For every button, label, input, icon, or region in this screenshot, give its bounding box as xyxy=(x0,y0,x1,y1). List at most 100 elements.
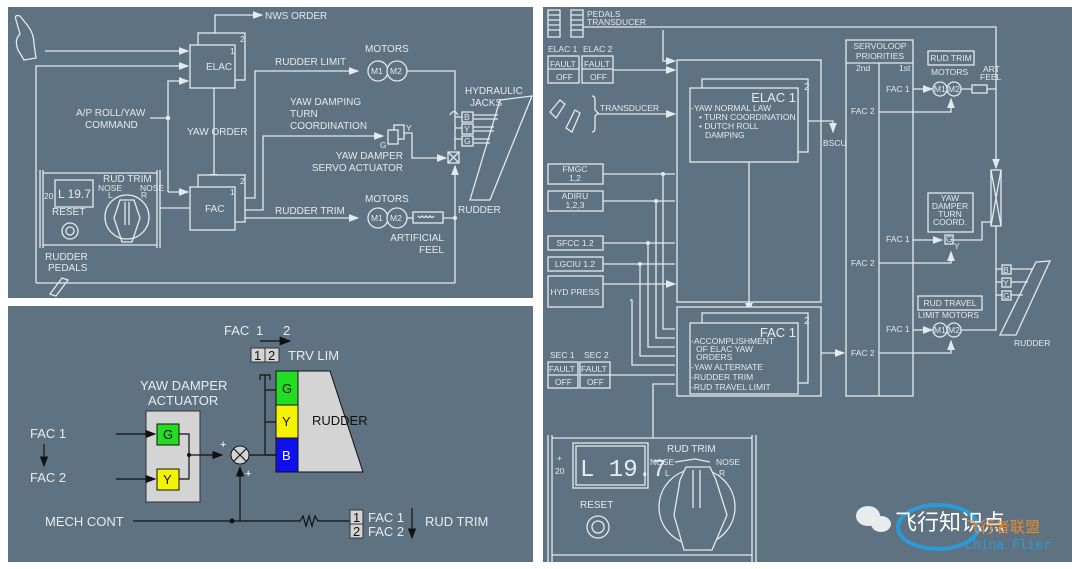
travel-m2: M2 xyxy=(948,325,960,335)
adiru-num: 1,2,3 xyxy=(566,200,585,210)
fac-line-6: -RUD TRAVEL LIMIT xyxy=(691,382,771,392)
r-label: R xyxy=(141,190,147,200)
trv-lim-2: 2 xyxy=(268,348,275,363)
motors-label-2: MOTORS xyxy=(365,194,409,205)
fac-2-label: 2 xyxy=(283,323,290,338)
off-text: OFF xyxy=(555,377,572,387)
bscu-label: BSCU xyxy=(823,138,847,148)
rudder-y: Y xyxy=(282,414,291,429)
yaw-damper-title: YAW DAMPER xyxy=(140,378,227,393)
yd-g: G xyxy=(946,234,953,244)
bottom-left-panel: FAC 1 2 1 2 TRV LIM G Y B RUDDER YAW DAM… xyxy=(8,306,533,562)
rudder-label: RUDDER xyxy=(458,205,501,216)
elac1-fault-button[interactable]: FAULT OFF xyxy=(547,55,580,84)
right-panel: PEDALS TRANSDUCER ELAC 1 ELAC 2 FAULTOFF… xyxy=(543,7,1072,562)
nose-r: NOSE xyxy=(716,457,740,467)
plus-top: + xyxy=(220,439,226,451)
fac-line-5: -RUDDER TRIM xyxy=(691,372,753,382)
elac-block-num: 2 xyxy=(804,82,810,93)
l-label: L xyxy=(108,190,113,200)
actuator-g: G xyxy=(163,427,173,442)
rudder-label: RUDDER xyxy=(312,413,368,428)
travel-m1: M1 xyxy=(934,325,946,335)
hydraulic-label: HYDRAULIC xyxy=(465,86,523,97)
trim-m2: M2 xyxy=(948,84,960,94)
top-left-panel: NWS ORDER ELAC 1 2 A/P ROLL/YAW COMMAND … xyxy=(8,7,534,298)
off-text: OFF xyxy=(556,72,573,82)
trim-motor-m1: M1 xyxy=(371,213,383,223)
fac-label: FAC xyxy=(205,204,224,215)
fault-text: FAULT xyxy=(550,59,576,69)
yaw-damping-label: YAW DAMPING xyxy=(290,97,361,108)
rud-trim-fac2: FAC 2 xyxy=(368,524,404,539)
servo-fac2-b: FAC 2 xyxy=(851,258,875,268)
trv-lim-label: TRV LIM xyxy=(288,348,339,363)
reset-label: RESET xyxy=(52,207,85,218)
trv-lim-1: 1 xyxy=(254,348,261,363)
trim-display: L 19.7 xyxy=(58,187,91,201)
hyd-press-label: HYD PRESS xyxy=(550,287,599,297)
pedals-label: PEDALS xyxy=(48,263,88,274)
rud-travel-label: RUD TRAVEL xyxy=(923,298,976,308)
fac-line-3: ORDERS xyxy=(696,352,733,362)
b-label: B xyxy=(464,112,470,122)
coord-label: COORD. xyxy=(933,217,967,227)
fac-num2: 2 xyxy=(240,176,245,186)
rud-trim-fac1: FAC 1 xyxy=(368,510,404,525)
servoloop-label: SERVOLOOP xyxy=(853,41,907,51)
rudder-g: G xyxy=(282,381,292,396)
servo-fac1-b: FAC 1 xyxy=(886,234,910,244)
trim-scale: 20 xyxy=(555,466,565,476)
y-label: Y xyxy=(406,123,412,133)
sec1-fault-label: SEC 1 xyxy=(550,350,575,360)
fault-text: FAULT xyxy=(581,364,607,374)
trim-scale: 20 xyxy=(44,191,54,201)
elac-num2: 2 xyxy=(240,34,245,44)
servo-fac2-c: FAC 2 xyxy=(851,348,875,358)
sfcc-label: SFCC 1.2 xyxy=(556,238,594,248)
servo-actuator-label: SERVO ACTUATOR xyxy=(312,163,403,174)
limit-motors-label: LIMIT MOTORS xyxy=(918,310,979,320)
servo-fac1-a: FAC 1 xyxy=(886,84,910,94)
plus-bottom: + xyxy=(245,468,251,480)
fac-1-label: 1 xyxy=(256,323,263,338)
rudder-limit-label: RUDDER LIMIT xyxy=(275,57,346,68)
turn-label: TURN xyxy=(290,109,318,120)
yd-y: Y xyxy=(954,241,960,251)
jack-y: Y xyxy=(1003,278,1009,288)
artificial-label: ARTIFICIAL xyxy=(390,233,444,244)
elac-num1: 1 xyxy=(230,46,235,56)
motor-m1: M1 xyxy=(371,66,383,76)
priorities-label: PRIORITIES xyxy=(856,51,905,61)
coordination-label: COORDINATION xyxy=(290,121,367,132)
trim-motor-m2: M2 xyxy=(390,213,402,223)
sec2-fault-button[interactable]: FAULT OFF xyxy=(579,361,611,389)
fac2-input-label: FAC 2 xyxy=(30,470,66,485)
nose-l: NOSE xyxy=(650,457,674,467)
logo-sub: China Flier xyxy=(965,538,1051,553)
jack-b: B xyxy=(1003,265,1009,275)
transducer-label: TRANSDUCER xyxy=(587,17,646,27)
mech-cont-label: MECH CONT xyxy=(45,514,124,529)
fac1-input-label: FAC 1 xyxy=(30,426,66,441)
feel-label: FEEL xyxy=(419,245,444,256)
servo-fac2-a: FAC 2 xyxy=(851,106,875,116)
second-label: 2nd xyxy=(856,63,870,73)
elac2-fault-button[interactable]: FAULT OFF xyxy=(581,55,614,84)
elac1-fault-label: ELAC 1 xyxy=(548,44,578,54)
elac-line-4: DAMPING xyxy=(705,130,745,140)
sec2-fault-label: SEC 2 xyxy=(584,350,609,360)
yaw-order-label: YAW ORDER xyxy=(187,127,248,138)
ap-command-label: A/P ROLL/YAW xyxy=(76,108,146,119)
rudder-pedals-label: RUDDER xyxy=(45,252,88,263)
rud-trim-title: RUD TRIM xyxy=(667,444,716,455)
trim-plus: + xyxy=(557,453,562,463)
motor-m2: M2 xyxy=(390,66,402,76)
fault-text: FAULT xyxy=(584,59,610,69)
nws-order-label: NWS ORDER xyxy=(265,11,327,22)
off-text: OFF xyxy=(590,72,607,82)
transducer-label-2: TRANSDUCER xyxy=(600,103,659,113)
trim-m1: M1 xyxy=(934,84,946,94)
sec1-fault-button[interactable]: FAULT OFF xyxy=(547,361,579,389)
fac-block-num: 2 xyxy=(804,316,810,327)
